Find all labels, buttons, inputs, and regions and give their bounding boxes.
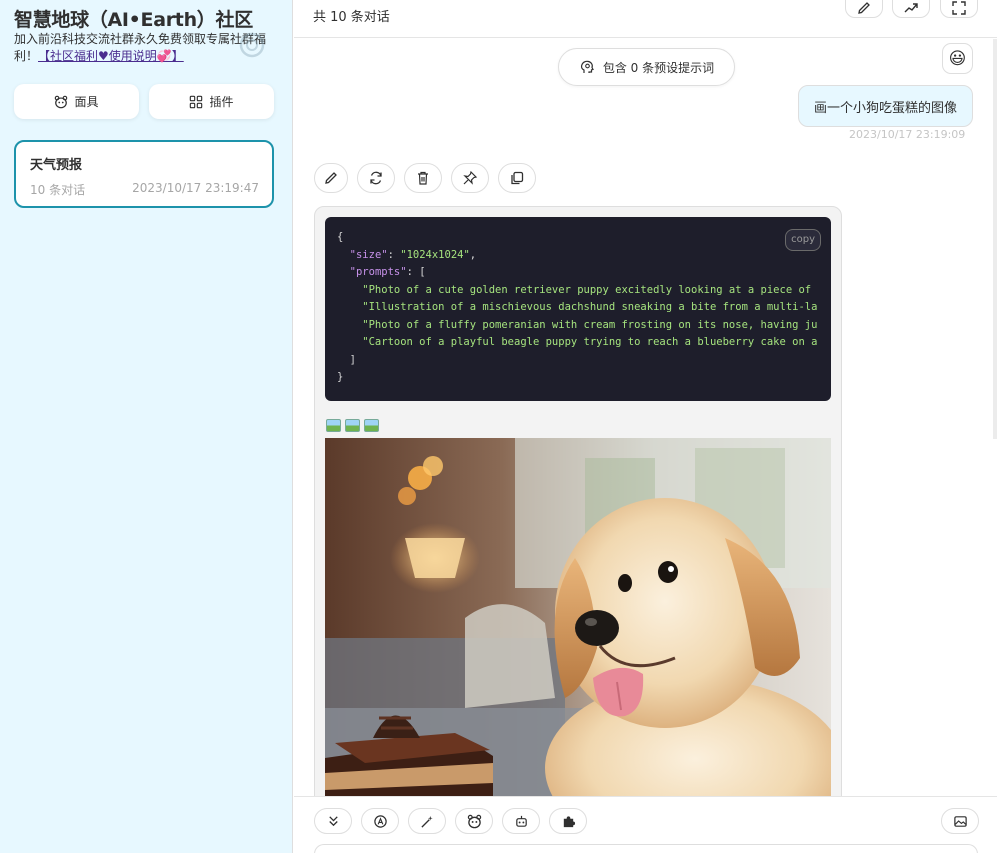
- code-line: "size": "1024x1024",: [349, 248, 477, 261]
- trash-icon: [418, 171, 428, 185]
- pin-button[interactable]: [451, 163, 489, 193]
- mask-icon: [55, 95, 68, 108]
- mask-button[interactable]: 面具: [14, 84, 139, 119]
- generated-puppy-image[interactable]: [325, 438, 831, 796]
- message-actions: [314, 163, 536, 193]
- share-button[interactable]: [892, 0, 930, 18]
- user-avatar: 😃: [942, 43, 973, 74]
- code-line: "Cartoon of a playful beagle puppy tryin…: [337, 336, 818, 348]
- code-copy-button[interactable]: copy: [785, 229, 821, 251]
- image-icon: [953, 815, 967, 827]
- plugin-tool-button[interactable]: [549, 808, 587, 834]
- model-select-button[interactable]: [361, 808, 399, 834]
- grid-icon: [190, 95, 203, 108]
- code-line: "Photo of a fluffy pomeranian with cream…: [337, 318, 818, 331]
- copy-message-button[interactable]: [498, 163, 536, 193]
- code-line: "prompts": [: [349, 266, 426, 278]
- magic-wand-icon: [420, 815, 433, 828]
- chat-item-time: 2023/10/17 23:19:47: [132, 181, 259, 195]
- mask-button-label: 面具: [74, 95, 99, 109]
- plugin-button-label: 插件: [209, 95, 234, 109]
- puzzle-icon: [563, 815, 575, 827]
- user-message: 画一个小狗吃蛋糕的图像: [798, 85, 973, 127]
- retry-button[interactable]: [357, 163, 395, 193]
- mask-tool-button[interactable]: [455, 808, 493, 834]
- image-upload-button[interactable]: [941, 808, 979, 834]
- message-list[interactable]: 包含 0 条预设提示词 😃 画一个小狗吃蛋糕的图像 2023/10/17 23:…: [294, 39, 997, 796]
- code-line: "Photo of a cute golden retriever puppy …: [337, 283, 812, 296]
- code-block: { "size": "1024x1024", "prompts": [ "Pho…: [325, 217, 831, 401]
- image-emoji-row: [326, 419, 379, 432]
- input-toolbar: [314, 808, 587, 834]
- robot-circle-icon: [373, 814, 387, 828]
- code-line: ]: [337, 353, 356, 366]
- edit-message-button[interactable]: [314, 163, 348, 193]
- chat-main: 共 10 条对话 包含 0 条预设提示词 😃 画一个小狗吃蛋糕的图像 2023/…: [294, 0, 997, 853]
- app-title: 智慧地球（AI•Earth）社区: [14, 9, 253, 31]
- sidebar: 智慧地球（AI•Earth）社区 加入前沿科技交流社群永久免费领取专属社群福利！…: [0, 0, 293, 853]
- pencil-icon: [325, 172, 337, 184]
- brain-icon: [580, 60, 594, 73]
- image-icon: [364, 419, 379, 432]
- chat-list-item[interactable]: 天气预报 10 条对话 2023/10/17 23:19:47: [14, 140, 274, 208]
- image-icon: [345, 419, 360, 432]
- share-icon: [904, 3, 918, 13]
- scroll-to-bottom-button[interactable]: [314, 808, 352, 834]
- chat-message-count: 共 10 条对话: [313, 10, 390, 25]
- chatgpt-logo-icon: [239, 32, 265, 58]
- preset-prompts-label: 包含 0 条预设提示词: [602, 60, 715, 75]
- fullscreen-button[interactable]: [940, 0, 978, 18]
- robot-icon: [515, 815, 527, 827]
- chat-item-count: 10 条对话: [30, 183, 86, 197]
- scrollbar[interactable]: [993, 39, 997, 439]
- refresh-icon: [370, 171, 382, 185]
- expand-icon: [952, 1, 966, 15]
- image-icon: [326, 419, 341, 432]
- bot-message: { "size": "1024x1024", "prompts": [ "Pho…: [314, 206, 842, 796]
- chat-header: 共 10 条对话: [294, 0, 997, 38]
- mask-icon: [467, 814, 481, 828]
- copy-icon: [511, 171, 524, 185]
- pencil-icon: [858, 2, 870, 14]
- chat-item-title: 天气预报: [30, 158, 83, 173]
- code-line: "Illustration of a mischievous dachshund…: [337, 301, 818, 313]
- user-message-time: 2023/10/17 23:19:09: [849, 128, 966, 141]
- preset-prompts-pill[interactable]: 包含 0 条预设提示词: [558, 48, 735, 86]
- code-line: {: [337, 231, 344, 243]
- delete-button[interactable]: [404, 163, 442, 193]
- code-line: }: [337, 371, 344, 383]
- pin-icon: [463, 170, 478, 185]
- chat-input-panel: [294, 796, 997, 853]
- chevrons-down-icon: [328, 815, 338, 826]
- community-benefits-link[interactable]: 【社区福利♥使用说明💞】: [38, 49, 184, 63]
- plugin-button[interactable]: 插件: [149, 84, 274, 119]
- rename-button[interactable]: [845, 0, 883, 18]
- bot-button[interactable]: [502, 808, 540, 834]
- chat-input[interactable]: [314, 844, 978, 853]
- prompt-magic-button[interactable]: [408, 808, 446, 834]
